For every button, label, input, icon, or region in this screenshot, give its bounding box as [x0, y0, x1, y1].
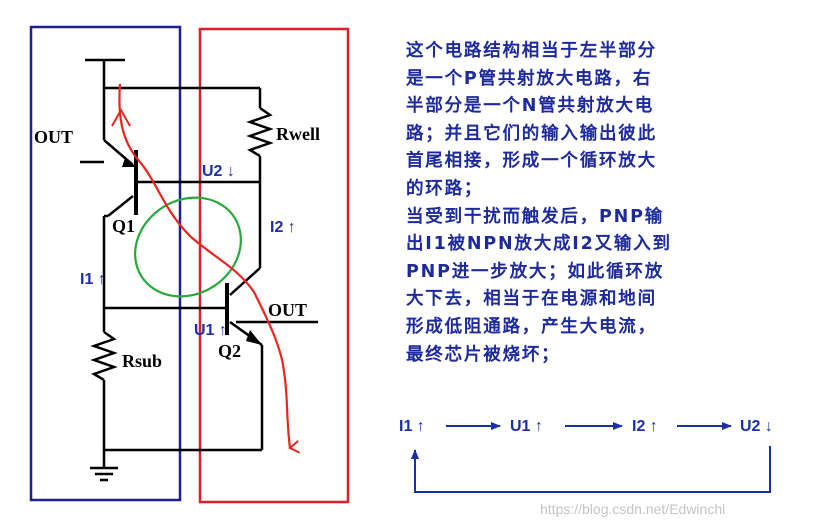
explanation-line: 的环路； [406, 178, 484, 199]
explanation-line: 首尾相接，形成一个循环放大 [406, 151, 657, 172]
chain-item-i2: I2 ↑ [632, 418, 658, 435]
q1-label: Q1 [112, 216, 135, 236]
chain-item-u2: U2 ↓ [740, 418, 773, 435]
explanation-line: 形成低阻通路，产生大电流， [406, 316, 657, 337]
explanation-line: PNP进一步放大；如此循环放 [406, 261, 664, 282]
explanation-line: 当受到干扰而触发后，PNP输 [406, 206, 664, 227]
explanation-line: 这个电路结构相当于左半部分 [406, 41, 657, 61]
explanation-line: 路；并且它们的输入输出彼此 [406, 123, 657, 144]
u1-label: U1 ↑ [194, 322, 227, 339]
explanation-line: 最终芯片被烧坏； [406, 344, 561, 365]
out-left-label: OUT [34, 127, 73, 147]
q1-emitter-arrow [122, 158, 136, 167]
q2-label: Q2 [218, 341, 241, 361]
explanation-line: 是一个P管共射放大电路，右 [406, 68, 653, 89]
chain-item-u1: U1 ↑ [510, 418, 543, 435]
chain-feedback-arrow [411, 446, 771, 493]
amplification-chain: I1 ↑ U1 ↑ I2 ↑ U2 ↓ [399, 418, 773, 493]
rwell-label: Rwell [276, 124, 320, 144]
latchup-current-path [118, 83, 301, 454]
explanation-line: 大下去，相当于在电源和地间 [406, 289, 657, 310]
i2-label: I2 ↑ [270, 219, 296, 236]
rsub-label: Rsub [122, 351, 162, 371]
explanation-text: 这个电路结构相当于左半部分 是一个P管共射放大电路，右 半部分是一个N管共射放大电路… [406, 38, 778, 369]
npn-region-box [198, 27, 350, 504]
rwell-resistor [246, 106, 274, 158]
chain-item-i1: I1 ↑ [399, 418, 425, 435]
u2-label: U2 ↓ [202, 163, 235, 180]
explanation-line: 出I1被NPN放大成I2又输入到 [406, 234, 672, 255]
explanation-line: 半部分是一个N管共射放大电 [406, 96, 655, 117]
out-right-label: OUT [268, 300, 307, 320]
pnp-region-box [29, 25, 182, 502]
i1-label: I1 ↑ [80, 271, 106, 288]
rsub-resistor [90, 330, 118, 382]
watermark: https://blog.csdn.net/Edwinchi [540, 501, 725, 517]
q2-emitter-arrow [246, 330, 262, 345]
